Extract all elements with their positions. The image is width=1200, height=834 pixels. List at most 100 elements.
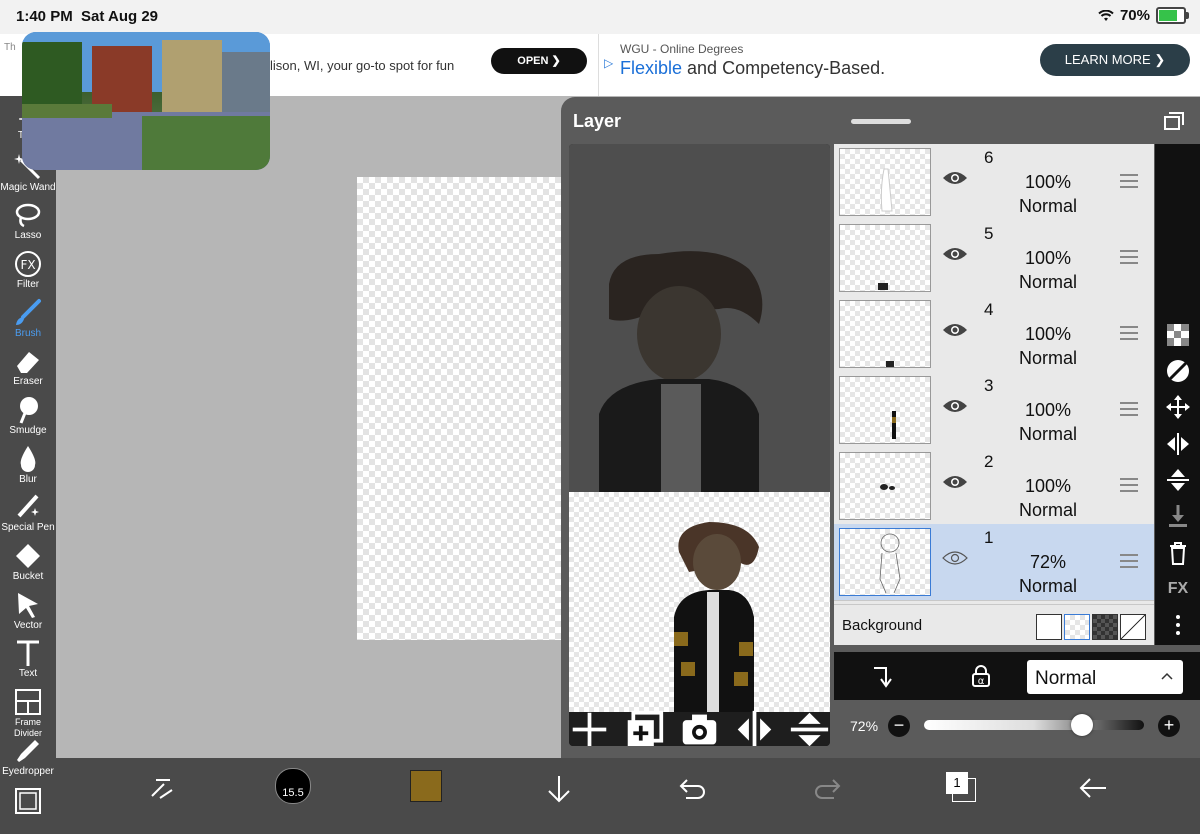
redo-icon[interactable] [812,776,842,800]
tool-text[interactable]: Text [0,638,56,679]
drag-grip-icon[interactable] [1120,478,1138,492]
ad-left-text: lison, WI, your go-to spot for fun [270,58,455,73]
background-none-swatch[interactable] [1120,614,1146,640]
camera-icon[interactable] [679,709,720,747]
tool-frame-divider[interactable]: Frame Divider [0,687,56,739]
layer-row-5[interactable]: 5 100% Normal [834,220,1154,297]
special-pen-icon [17,494,39,518]
canvas-preview[interactable] [569,144,830,746]
move-icon[interactable] [1165,394,1191,420]
layer-blend-mode: Normal [1018,500,1077,520]
tool-special-pen[interactable]: Special Pen [0,492,56,533]
layer-opacity: 100% [1024,476,1072,496]
tool-eyedropper[interactable]: Eyedropper [0,736,56,777]
layers-button[interactable]: 1 [946,772,976,802]
tool-canvas[interactable] [0,786,56,816]
tool-smudge[interactable]: Smudge [0,395,56,436]
flip-horizontal-icon[interactable] [734,709,775,747]
layer-number: 3 [984,376,994,395]
preview-canvas-area [569,492,830,712]
arrow-down-icon[interactable] [546,774,572,804]
layer-row-1[interactable]: 1 72% Normal [834,524,1154,601]
undo-icon[interactable] [678,776,708,800]
flip-vertical-icon[interactable] [789,709,830,747]
color-swatch[interactable] [410,770,442,802]
panel-drag-handle[interactable] [851,119,911,124]
tool-bucket[interactable]: Bucket [0,541,56,582]
clipping-mask-icon[interactable] [1165,358,1191,384]
tool-brush[interactable]: Brush [0,298,56,339]
background-white-swatch[interactable] [1036,614,1062,640]
merge-down-icon[interactable] [1165,503,1191,529]
brush-size-indicator[interactable]: 15.5 [275,768,311,804]
opacity-increase-button[interactable]: + [1158,715,1180,737]
drag-grip-icon[interactable] [1120,250,1138,264]
visibility-eye-icon[interactable] [942,322,968,338]
layer-row-3[interactable]: 3 100% Normal [834,372,1154,449]
layer-blend-mode: Normal [1018,576,1077,596]
duplicate-layer-icon[interactable] [624,709,665,747]
drag-grip-icon[interactable] [1120,554,1138,568]
bottom-toolbar: 15.5 1 [56,758,1200,834]
alpha-lock-icon[interactable]: α [970,664,992,688]
visibility-eye-icon[interactable] [942,474,968,490]
status-bar: 1:40 PM Sat Aug 29 70% [0,0,1200,34]
drawing-canvas[interactable] [357,177,567,640]
tool-filter[interactable]: FX Filter [0,249,56,290]
drag-grip-icon[interactable] [1120,402,1138,416]
eyedropper-icon [17,740,39,762]
blend-mode-select[interactable]: Normal [1027,660,1183,694]
layer-row-4[interactable]: 4 100% Normal [834,296,1154,373]
layer-side-tools: FX [1155,144,1200,645]
chevron-up-icon [1161,672,1173,680]
layer-thumbnail [839,452,931,520]
flip-horizontal-icon[interactable] [1165,431,1191,457]
tool-blur[interactable]: Blur [0,444,56,485]
background-label: Background [842,617,923,634]
visibility-eye-icon[interactable] [942,246,968,262]
visibility-eye-icon[interactable] [942,170,968,186]
tool-eraser[interactable]: Eraser [0,346,56,387]
background-dark-swatch[interactable] [1092,614,1118,640]
drag-grip-icon[interactable] [1120,174,1138,188]
opacity-slider-thumb[interactable] [1071,714,1094,736]
visibility-eye-icon[interactable] [942,398,968,414]
layer-opacity: 100% [1024,324,1072,344]
video-frame [22,32,270,170]
drag-grip-icon[interactable] [1120,326,1138,340]
background-transparent-swatch[interactable] [1064,614,1090,640]
battery-percent: 70% [1119,7,1150,24]
checkerboard-icon[interactable] [1165,322,1191,348]
opacity-decrease-button[interactable]: − [888,715,910,737]
clipping-arrow-icon[interactable] [870,664,892,688]
lasso-icon [15,203,41,228]
layer-thumbnail [839,300,931,368]
layer-row-6[interactable]: 6 100% Normal [834,144,1154,221]
ad-sponsor: WGU - Online Degrees [620,42,744,56]
fx-button[interactable]: FX [1165,580,1191,606]
filter-fx-icon: FX [15,251,41,277]
ad-right[interactable]: ▷ WGU - Online Degrees Flexible and Comp… [600,34,1200,96]
visibility-eye-icon[interactable] [942,550,968,566]
eraser-icon [17,352,39,373]
flip-vertical-icon[interactable] [1165,467,1191,493]
layer-list: 6 100% Normal 5 100% Normal 4 100% Norma… [834,144,1154,644]
swap-brush-eraser-icon[interactable] [146,774,176,804]
trash-icon[interactable] [1165,540,1191,566]
tool-vector[interactable]: Vector [0,590,56,631]
ad-learn-more-button[interactable]: LEARN MORE ❯ [1040,44,1190,76]
more-options-icon[interactable] [1165,612,1191,638]
layer-number: 4 [984,300,994,319]
layer-row-2[interactable]: 2 100% Normal [834,448,1154,525]
picture-in-picture-video[interactable] [22,32,270,170]
tool-lasso[interactable]: Lasso [0,200,56,241]
window-expand-icon[interactable] [1163,111,1185,131]
preview-character [674,522,759,712]
add-layer-icon[interactable] [569,709,610,747]
layer-thumbnail [839,376,931,444]
vector-icon [18,593,38,618]
back-arrow-icon[interactable] [1078,776,1108,800]
layer-number: 2 [984,452,994,471]
ad-open-button[interactable]: OPEN ❯ [491,48,587,74]
opacity-slider[interactable] [924,720,1144,730]
